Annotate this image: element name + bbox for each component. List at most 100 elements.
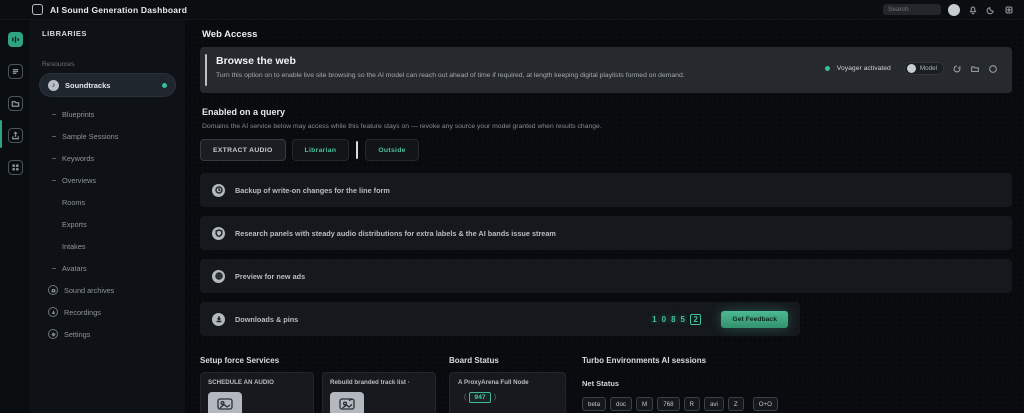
- download-icon: [212, 313, 225, 326]
- chip-doc[interactable]: doc: [610, 397, 632, 411]
- page-title: Web Access: [202, 29, 1012, 40]
- sidebar-item-label: Blueprints: [62, 110, 94, 119]
- board-status-card[interactable]: A ProxyArena Full Node ( 947 ): [449, 372, 566, 413]
- sidebar-item-soundtracks-active[interactable]: ♪ Soundtracks: [39, 73, 176, 97]
- bullet-dash-icon: [52, 114, 56, 115]
- status-dot-icon: [162, 83, 167, 88]
- settings-icon[interactable]: [1003, 4, 1014, 15]
- sidebar-item-recordings[interactable]: Recordings: [39, 301, 176, 323]
- pagination: 1 0 8 5 2: [652, 314, 701, 325]
- format-chip-row: beta doc M 768 R avi Z O+O: [582, 397, 778, 411]
- app-window: AI Sound Generation Dashboard: [0, 0, 1024, 413]
- services-title: Setup force Services: [200, 356, 440, 365]
- banner-main: Browse the web Turn this option on to en…: [216, 55, 685, 79]
- app-title: AI Sound Generation Dashboard: [50, 5, 187, 15]
- export-icon[interactable]: [8, 128, 23, 143]
- tab-outside[interactable]: Outside: [365, 139, 418, 161]
- bullet-dash-icon: [52, 268, 56, 269]
- request-row[interactable]: Research panels with steady audio distri…: [200, 216, 1012, 250]
- page-number[interactable]: 0: [662, 315, 666, 324]
- chip-z[interactable]: Z: [728, 397, 744, 411]
- service-card-title: SCHEDULE AN AUDIO: [208, 379, 306, 386]
- web-access-banner: Browse the web Turn this option on to en…: [200, 47, 1012, 93]
- page-number-active[interactable]: 2: [690, 314, 701, 325]
- badge-paren: (: [464, 394, 466, 401]
- sidebar-item-label: Keywords: [62, 154, 94, 163]
- board-status-column: Board Status A ProxyArena Full Node ( 94…: [449, 356, 569, 413]
- top-bar: AI Sound Generation Dashboard: [0, 0, 1024, 20]
- board-card-title: A ProxyArena Full Node: [458, 379, 557, 386]
- archive-icon: [48, 285, 58, 295]
- section-description: Domains the AI service below may access …: [202, 123, 1012, 130]
- image-thumbnail-icon: [208, 392, 242, 413]
- sidebar-section-label: LIBRARIES: [42, 29, 176, 38]
- page-number[interactable]: 1: [652, 315, 656, 324]
- model-toggle-pill[interactable]: Model: [904, 62, 944, 75]
- sidebar-item-avatars[interactable]: Avatars: [39, 257, 176, 279]
- node-count-badge: 947: [469, 392, 490, 403]
- tab-cursor-bar: [356, 141, 358, 159]
- board-status-title: Board Status: [449, 356, 569, 365]
- search-input[interactable]: [883, 4, 941, 15]
- moon-icon[interactable]: [985, 4, 996, 15]
- chip-oo[interactable]: O+O: [753, 397, 778, 411]
- tab-librarian[interactable]: Librarian: [292, 139, 350, 161]
- service-card-schedule[interactable]: SCHEDULE AN AUDIO: [200, 372, 314, 413]
- mic-icon: [48, 307, 58, 317]
- sidebar-item-label: Intakes: [62, 242, 86, 251]
- refresh-icon[interactable]: [951, 63, 962, 74]
- folder-icon[interactable]: [8, 96, 23, 111]
- help-circle-icon[interactable]: [987, 63, 998, 74]
- sidebar-item-exports[interactable]: Exports: [39, 213, 176, 235]
- request-text: Preview for new ads: [235, 272, 305, 281]
- app-logo-icon: [32, 4, 43, 15]
- banner-controls: Voyager activated Model: [825, 62, 998, 75]
- request-text: Downloads & pins: [235, 315, 298, 324]
- bullet-dash-icon: [52, 158, 56, 159]
- grid-icon[interactable]: [8, 160, 23, 175]
- sidebar-item-keywords[interactable]: Keywords: [39, 147, 176, 169]
- service-cards: SCHEDULE AN AUDIO Rebuild branded track …: [200, 372, 440, 413]
- page-number[interactable]: 8: [671, 315, 675, 324]
- sidebar-item-sample-sessions[interactable]: Sample Sessions: [39, 125, 176, 147]
- activated-status-dot-icon: [825, 66, 830, 71]
- service-card-rebuild[interactable]: Rebuild branded track list ·: [322, 372, 436, 413]
- sidebar-item-overviews[interactable]: Overviews: [39, 169, 176, 191]
- music-note-icon: ♪: [48, 80, 59, 91]
- query-tabs: EXTRACT AUDIO Librarian Outside: [200, 139, 1012, 161]
- notification-bell-icon[interactable]: [967, 4, 978, 15]
- tab-extract-audio[interactable]: EXTRACT AUDIO: [200, 139, 286, 161]
- library-icon[interactable]: [8, 64, 23, 79]
- request-row-downloads[interactable]: Downloads & pins 1 0 8 5 2 Get Feedback: [200, 302, 800, 336]
- sidebar-item-rooms[interactable]: Rooms: [39, 191, 176, 213]
- avatar[interactable]: [948, 4, 960, 16]
- section-title: Enabled on a query: [202, 107, 1012, 117]
- banner-status-text: Voyager activated: [837, 65, 891, 72]
- folder-icon[interactable]: [969, 63, 980, 74]
- request-row[interactable]: Preview for new ads: [200, 259, 1012, 293]
- request-row[interactable]: Backup of write-on changes for the line …: [200, 173, 1012, 207]
- get-feedback-button[interactable]: Get Feedback: [721, 311, 788, 328]
- chip-avi[interactable]: avi: [704, 397, 724, 411]
- sidebar-item-intakes[interactable]: Intakes: [39, 235, 176, 257]
- clock-icon: [212, 184, 225, 197]
- chip-beta[interactable]: beta: [582, 397, 606, 411]
- banner-description: Turn this option on to enable live site …: [216, 72, 685, 79]
- toggle-knob: [907, 64, 916, 73]
- net-status-subtitle: Net Status: [582, 379, 778, 388]
- chip-r[interactable]: R: [684, 397, 700, 411]
- waveform-icon[interactable]: [8, 32, 23, 47]
- rail-active-indicator: [0, 120, 2, 148]
- chip-768[interactable]: 768: [657, 397, 679, 411]
- globe-icon: [212, 270, 225, 283]
- sidebar-item-blueprints[interactable]: Blueprints: [39, 103, 176, 125]
- model-pill-label: Model: [920, 65, 937, 72]
- sidebar-item-label: Settings: [64, 330, 90, 339]
- sidebar-item-label: Overviews: [62, 176, 96, 185]
- icon-rail: [0, 20, 30, 413]
- sidebar-item-settings[interactable]: Settings: [39, 323, 176, 345]
- sidebar-item-sound-archives[interactable]: Sound archives: [39, 279, 176, 301]
- sidebar-group-label: Resources: [42, 61, 176, 68]
- page-number[interactable]: 5: [681, 315, 685, 324]
- chip-m[interactable]: M: [636, 397, 653, 411]
